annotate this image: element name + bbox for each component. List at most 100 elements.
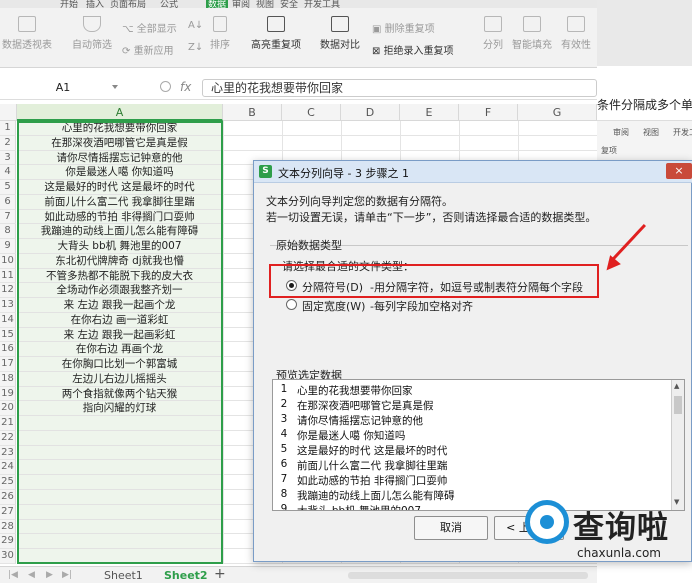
highlight-duplicates-button[interactable]: 高亮重复项: [244, 16, 308, 60]
column-header-e[interactable]: E: [400, 104, 459, 121]
row-header[interactable]: 9: [0, 239, 16, 254]
row-header[interactable]: 14: [0, 312, 16, 328]
tab-security[interactable]: 安全: [280, 0, 298, 8]
row-header[interactable]: 25: [0, 475, 16, 490]
preview-scrollbar[interactable]: ▲ ▼: [671, 380, 684, 510]
row-header[interactable]: 3: [0, 150, 16, 166]
data-compare-button[interactable]: 数据对比: [312, 16, 368, 60]
cancel-button[interactable]: 取消: [414, 516, 488, 540]
next-sheet-icon[interactable]: ▶: [46, 570, 53, 580]
cell-a[interactable]: 心里的花我想要带你回家: [17, 121, 222, 136]
zoom-icon[interactable]: [160, 81, 171, 92]
row-header[interactable]: 19: [0, 386, 16, 402]
row-header[interactable]: 16: [0, 342, 16, 358]
row-header[interactable]: 20: [0, 401, 16, 417]
row-header[interactable]: 30: [0, 549, 16, 564]
pivot-table-button[interactable]: 数据透视表: [2, 16, 52, 60]
sort-button[interactable]: 排序: [206, 16, 234, 60]
row-header[interactable]: 24: [0, 460, 16, 476]
row-header[interactable]: 7: [0, 209, 16, 225]
fixed-width-label[interactable]: 固定宽度(W): [302, 298, 365, 314]
column-header-g[interactable]: G: [518, 104, 597, 121]
cell-a[interactable]: [17, 430, 222, 446]
cell-a[interactable]: 在那深夜酒吧哪管它是真是假: [17, 135, 222, 151]
cell-a[interactable]: 来 左边 跟我一起画个龙: [17, 298, 222, 313]
row-header[interactable]: 27: [0, 504, 16, 520]
show-all-button[interactable]: ⌥ 全部显示: [122, 20, 177, 35]
cell-a[interactable]: [17, 549, 222, 564]
row-header[interactable]: 11: [0, 268, 16, 284]
row-header[interactable]: 10: [0, 253, 16, 269]
column-header-a[interactable]: A: [17, 104, 223, 121]
formula-input[interactable]: 心里的花我想要带你回家: [202, 79, 597, 97]
column-header-b[interactable]: B: [223, 104, 282, 121]
cell-a[interactable]: 我蹦迪的动线上面儿怎么能有障碍: [17, 224, 222, 240]
cell-a[interactable]: 在你胸口比划一个郭富城: [17, 357, 222, 372]
reapply-button[interactable]: ⟳ 重新应用: [122, 42, 174, 57]
cell-a[interactable]: [17, 490, 222, 505]
chevron-down-icon[interactable]: [112, 85, 118, 89]
fx-icon[interactable]: fx: [180, 80, 191, 94]
cell-a[interactable]: 请你尽情摇摆忘记钟意的他: [17, 150, 222, 166]
select-all-corner[interactable]: [0, 104, 17, 121]
row-header[interactable]: 17: [0, 357, 16, 372]
row-header[interactable]: 13: [0, 298, 16, 313]
row-header[interactable]: 28: [0, 519, 16, 535]
tab-review[interactable]: 审阅: [232, 0, 250, 8]
close-button[interactable]: ×: [666, 163, 692, 179]
scroll-up-icon[interactable]: ▲: [674, 382, 679, 390]
column-header-f[interactable]: F: [459, 104, 518, 121]
cell-a[interactable]: 东北初代牌牌奇 dj就我也懵: [17, 253, 222, 269]
auto-filter-button[interactable]: 自动筛选: [68, 16, 116, 60]
cell-a[interactable]: 左边儿右边儿摇摇头: [17, 371, 222, 387]
fixed-width-radio[interactable]: [286, 299, 297, 310]
row-header[interactable]: 4: [0, 165, 16, 181]
cell-a[interactable]: 大背头 bb机 舞池里的007: [17, 239, 222, 254]
cell-a[interactable]: 如此动感的节拍 非得搁门口耍帅: [17, 209, 222, 225]
scroll-thumb[interactable]: [674, 396, 682, 414]
cell-a[interactable]: [17, 460, 222, 476]
tab-page-layout[interactable]: 页面布局: [110, 0, 146, 8]
row-header[interactable]: 8: [0, 224, 16, 240]
tab-insert[interactable]: 插入: [86, 0, 104, 8]
last-sheet-icon[interactable]: ▶|: [62, 570, 72, 580]
prev-sheet-icon[interactable]: ◀: [28, 570, 35, 580]
cell-a[interactable]: 两个食指就像两个钻天猴: [17, 386, 222, 402]
cell-a[interactable]: [17, 504, 222, 520]
cell-a[interactable]: 指向闪耀的灯球: [17, 401, 222, 417]
split-column-button[interactable]: 分列: [480, 16, 506, 60]
sheet-tab-2[interactable]: Sheet2: [164, 569, 208, 582]
row-header[interactable]: 2: [0, 135, 16, 151]
tab-developer[interactable]: 开发工具: [304, 0, 340, 8]
tab-data[interactable]: 数据: [206, 0, 229, 8]
row-header[interactable]: 1: [0, 121, 16, 136]
row-header[interactable]: 26: [0, 490, 16, 505]
sort-asc-button[interactable]: A↓: [188, 20, 203, 31]
dialog-titlebar[interactable]: S 文本分列向导 - 3 步骤之 1 ×: [254, 161, 692, 183]
cell-a[interactable]: 来 左边 跟我一起画彩虹: [17, 327, 222, 343]
row-header[interactable]: 6: [0, 194, 16, 210]
row-header[interactable]: 18: [0, 371, 16, 387]
cell-a[interactable]: [17, 416, 222, 431]
cell-a[interactable]: [17, 534, 222, 550]
cell-a[interactable]: 全场动作必须跟我整齐划一: [17, 283, 222, 299]
column-header-d[interactable]: D: [341, 104, 400, 121]
remove-duplicates-button[interactable]: ▣ 删除重复项: [372, 20, 435, 35]
preview-list[interactable]: 1 心里的花我想要带你回家 2 在那深夜酒吧哪管它是真是假 3 请你尽情摇摆忘记钟意的他 4…: [272, 379, 685, 511]
tab-formula[interactable]: 公式: [160, 0, 178, 8]
sort-desc-button[interactable]: Z↓: [188, 42, 203, 53]
tab-view[interactable]: 视图: [256, 0, 274, 8]
column-header-c[interactable]: C: [282, 104, 341, 121]
row-header[interactable]: 12: [0, 283, 16, 299]
name-box[interactable]: A1: [6, 79, 120, 97]
tab-home[interactable]: 开始: [60, 0, 78, 8]
sheet-tab-1[interactable]: Sheet1: [104, 569, 143, 582]
cell-a[interactable]: 你是最迷人噶 你知道吗: [17, 165, 222, 181]
cell-a[interactable]: 在你右边 画一道彩虹: [17, 312, 222, 328]
cell-a[interactable]: 这是最好的时代 这是最坏的时代: [17, 180, 222, 195]
reject-duplicates-button[interactable]: ⊠ 拒绝录入重复项: [372, 42, 454, 57]
cell-a[interactable]: 不管多热都不能脱下我的皮大衣: [17, 268, 222, 284]
cell-a[interactable]: 前面儿什么富二代 我拿脚往里踹: [17, 194, 222, 210]
validity-button[interactable]: 有效性: [558, 16, 594, 60]
row-header[interactable]: 21: [0, 416, 16, 431]
